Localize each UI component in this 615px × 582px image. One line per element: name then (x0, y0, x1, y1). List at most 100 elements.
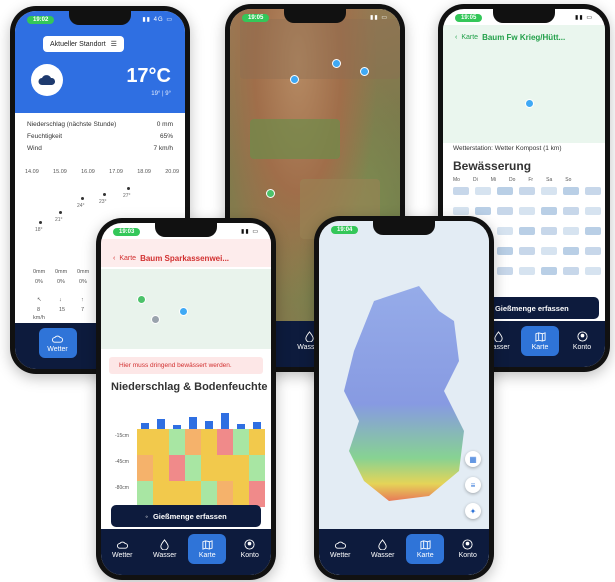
calendar-day-cell[interactable] (563, 207, 579, 215)
locate-icon[interactable]: ✦ (465, 503, 481, 519)
calendar-day-cell[interactable] (497, 187, 513, 195)
wind-value: 8 (37, 307, 41, 313)
tab-konto[interactable]: Konto (449, 534, 487, 564)
mini-map[interactable] (443, 25, 605, 143)
weekday: Do (508, 177, 516, 183)
tab-karte[interactable]: Karte (521, 326, 559, 356)
tab-karte[interactable]: Karte (406, 534, 445, 564)
row-value: 65% (159, 133, 173, 140)
calendar-day-cell[interactable] (453, 207, 469, 215)
back-label: Karte (461, 34, 479, 41)
calendar-day-cell[interactable] (541, 207, 557, 215)
radar-screen: ▦ ≡ ✦ 19:04 Wetter Wasser Karte Konto (319, 221, 489, 575)
wind-arrow-icon: ↑ (81, 297, 84, 303)
tab-label: Konto (458, 552, 477, 559)
heatmap-cell (233, 455, 249, 481)
forecast-hours: 14.09 15.09 16.09 17.09 18.09 20.09 (25, 169, 179, 175)
tab-wetter[interactable]: Wetter (103, 534, 141, 564)
cloud-icon (52, 335, 63, 343)
calendar-day-cell[interactable] (497, 227, 513, 235)
heatmap-cell (153, 481, 169, 507)
tab-label: Konto (240, 552, 259, 559)
tab-wasser[interactable]: Wasser (146, 534, 184, 564)
calendar-day-cell[interactable] (497, 267, 513, 275)
heatmap-cell (185, 455, 201, 481)
tree-title: Baum Sparkassenwei... (140, 254, 230, 263)
tab-konto[interactable]: Konto (563, 326, 601, 356)
calendar-day-cell[interactable] (563, 187, 579, 195)
calendar-day-cell[interactable] (585, 247, 601, 255)
watering-alert: Hier muss dringend bewässert werden. (109, 357, 263, 374)
rain-bar (189, 417, 197, 429)
calendar-day-cell[interactable] (497, 207, 513, 215)
weekday-header: Mo Di Mi Do Fr Sa So (453, 177, 571, 183)
location-label: Aktueller Standort (50, 40, 106, 48)
drop-icon (160, 539, 169, 550)
location-button[interactable]: Aktueller Standort ☰ (43, 36, 124, 52)
calendar-day-cell[interactable] (541, 247, 557, 255)
calendar-day-cell[interactable] (563, 267, 579, 275)
tree-marker[interactable] (332, 59, 341, 68)
depth-label: -80cm (115, 485, 129, 491)
temp-label: 27° (123, 193, 131, 199)
calendar-day-cell[interactable] (585, 207, 601, 215)
calendar-day-cell[interactable] (541, 227, 557, 235)
rain-bar (205, 421, 213, 429)
map-field (250, 119, 340, 159)
calendar-day-cell[interactable] (475, 207, 491, 215)
tab-label: Wetter (112, 552, 133, 559)
heatmap-cell (169, 429, 185, 455)
calendar-day-cell[interactable] (541, 267, 557, 275)
calendar-day-cell[interactable] (585, 227, 601, 235)
tree-marker[interactable] (290, 75, 299, 84)
heatmap-cell (217, 455, 233, 481)
calendar-day-cell[interactable] (585, 267, 601, 275)
rain-bar (141, 423, 149, 429)
layers-icon[interactable]: ≡ (465, 477, 481, 493)
tab-label: Wasser (153, 552, 177, 559)
calendar-day-cell[interactable] (563, 227, 579, 235)
cloud-icon (31, 64, 63, 96)
rain-bar (173, 425, 181, 429)
weather-station: Wetterstation: Wetter Kompost (1 km) (453, 145, 562, 152)
status-time: 19:03 (113, 228, 141, 236)
tree-marker[interactable] (525, 99, 534, 108)
weekday: Mi (490, 177, 496, 183)
user-icon (244, 539, 255, 550)
tab-konto[interactable]: Konto (231, 534, 269, 564)
tab-karte[interactable]: Karte (188, 534, 227, 564)
calendar-day-cell[interactable] (475, 187, 491, 195)
back-button[interactable]: ‹ Karte Baum Sparkassenwei... (113, 254, 229, 263)
calendar-day-cell[interactable] (519, 247, 535, 255)
temp-label: 24° (77, 203, 85, 209)
user-icon (576, 331, 588, 342)
temp-point (127, 187, 130, 190)
tree-marker[interactable] (360, 67, 369, 76)
calendar-day-cell[interactable] (585, 187, 601, 195)
tree-marker[interactable] (151, 315, 160, 324)
tree-marker[interactable] (179, 307, 188, 316)
calendar-day-cell[interactable] (563, 247, 579, 255)
calendar-day-cell[interactable] (541, 187, 557, 195)
calendar-day-cell[interactable] (519, 207, 535, 215)
tab-wetter[interactable]: Wetter (38, 328, 77, 358)
tab-wasser[interactable]: Wasser (364, 534, 402, 564)
temp-label: 21° (55, 217, 63, 223)
map-icon[interactable]: ▦ (465, 451, 481, 467)
tab-wetter[interactable]: Wetter (321, 534, 359, 564)
temp-point (81, 197, 84, 200)
status-time: 19:05 (455, 14, 483, 22)
tree-marker[interactable] (266, 189, 275, 198)
calendar-day-cell[interactable] (497, 247, 513, 255)
log-watering-button[interactable]: ◦ Gießmenge erfassen (111, 505, 261, 527)
hour-label: 18.09 (137, 169, 151, 175)
back-button[interactable]: ‹ Karte Baum Fw Krieg/Hütt... (455, 33, 565, 42)
hour-label: 16.09 (81, 169, 95, 175)
tab-bar: Wetter Wasser Karte Konto (101, 529, 271, 575)
calendar-day-cell[interactable] (519, 227, 535, 235)
calendar-day-cell[interactable] (519, 267, 535, 275)
calendar-day-cell[interactable] (519, 187, 535, 195)
notch (373, 221, 435, 235)
calendar-day-cell[interactable] (453, 187, 469, 195)
tree-marker[interactable] (137, 295, 146, 304)
